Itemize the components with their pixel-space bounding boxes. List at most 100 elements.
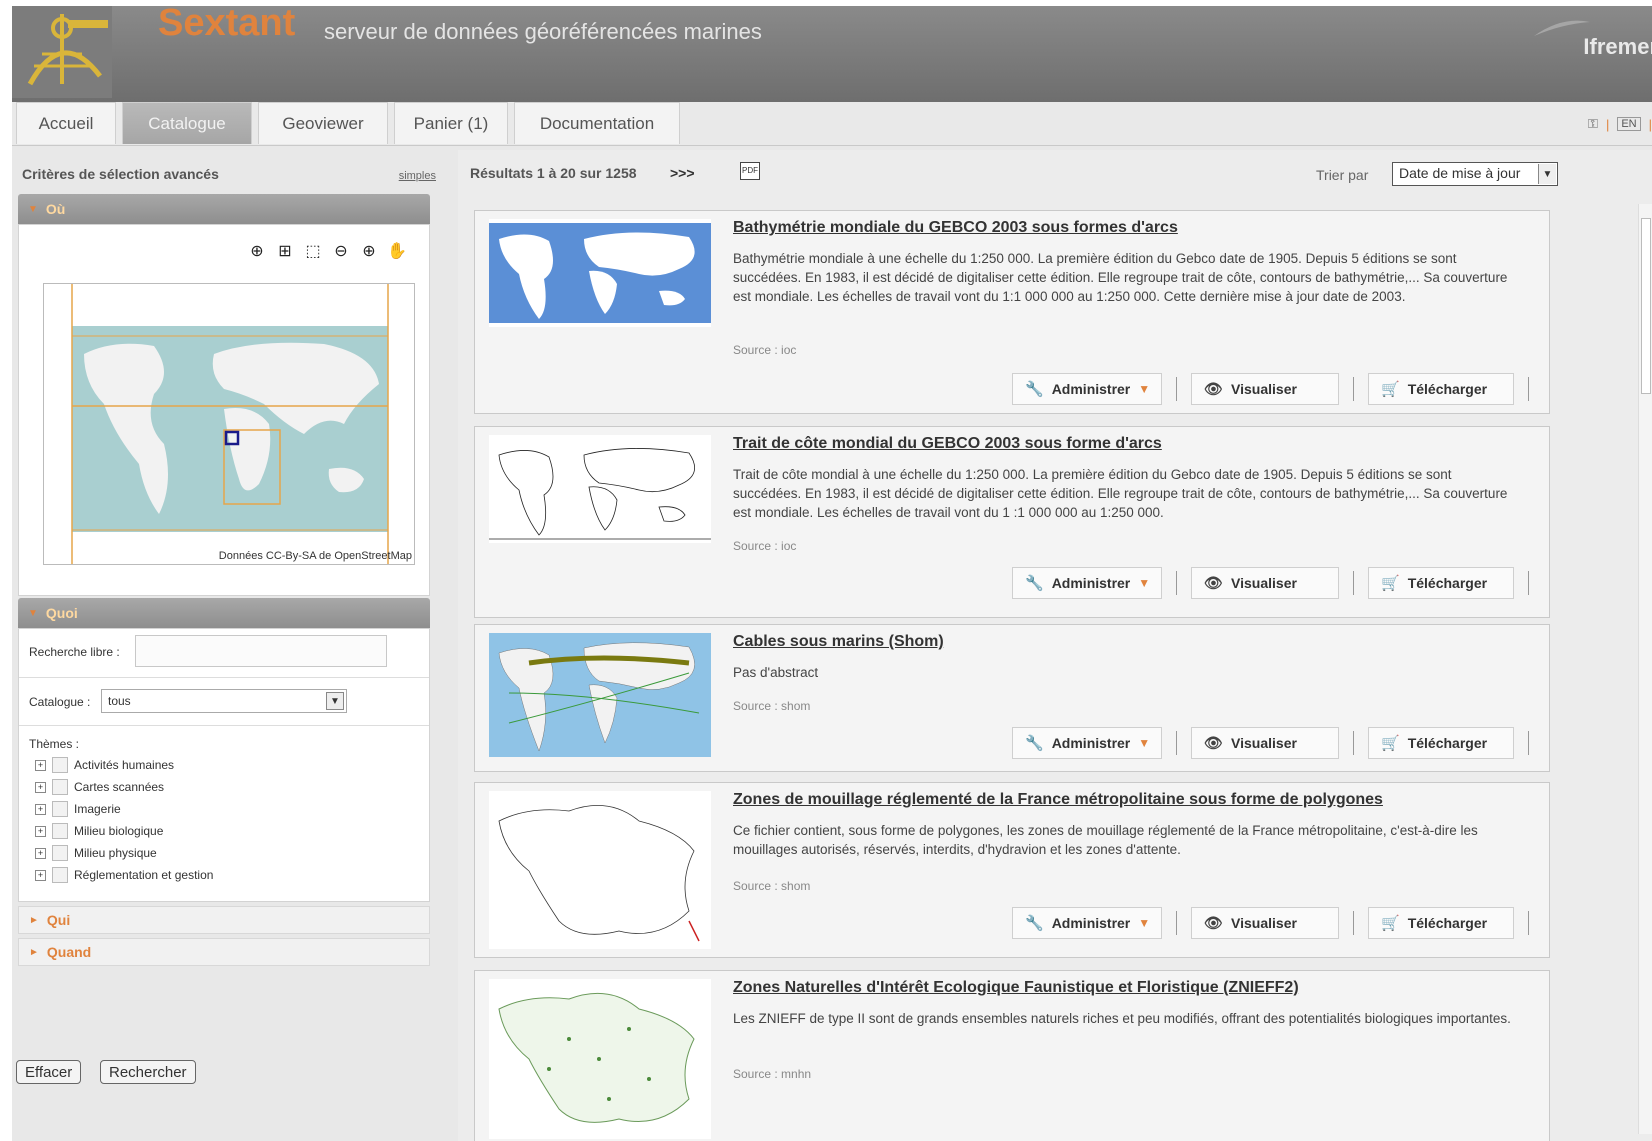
section-what-label: Quoi bbox=[45, 605, 78, 621]
theme-checkbox[interactable] bbox=[52, 867, 68, 883]
expand-icon[interactable]: + bbox=[35, 759, 46, 771]
section-where-label: Où bbox=[45, 201, 66, 217]
theme-item[interactable]: + Cartes scannées bbox=[35, 779, 164, 795]
sort-select[interactable]: Date de mise à jour ▼ bbox=[1392, 162, 1558, 186]
result-title-link[interactable]: Zones Naturelles d'Intérêt Ecologique Fa… bbox=[733, 979, 1299, 997]
download-button[interactable]: 🛒 Télécharger bbox=[1368, 373, 1514, 405]
catalogue-select[interactable]: tous ▼ bbox=[101, 689, 347, 713]
result-source: Source : ioc bbox=[733, 539, 797, 553]
theme-checkbox[interactable] bbox=[52, 779, 68, 795]
theme-item[interactable]: + Activités humaines bbox=[35, 757, 174, 773]
expand-arrow-icon: ► bbox=[29, 914, 39, 926]
theme-checkbox[interactable] bbox=[52, 801, 68, 817]
result-title-link[interactable]: Bathymétrie mondiale du GEBCO 2003 sous … bbox=[733, 219, 1178, 237]
globe-icon[interactable]: ⊕ bbox=[247, 241, 267, 261]
theme-label: Milieu biologique bbox=[74, 824, 164, 838]
chevron-down-icon: ▼ bbox=[1138, 916, 1151, 930]
download-label: Télécharger bbox=[1407, 381, 1488, 397]
expand-icon[interactable]: + bbox=[35, 847, 46, 859]
world-map[interactable]: Données CC-By-SA de OpenStreetMap bbox=[43, 283, 415, 565]
pdf-icon[interactable]: PDF bbox=[740, 162, 760, 180]
free-search-label: Recherche libre : bbox=[29, 645, 120, 659]
result-thumbnail[interactable] bbox=[489, 435, 711, 543]
results-scrollbar[interactable] bbox=[1638, 204, 1652, 1134]
result-card: Bathymétrie mondiale du GEBCO 2003 sous … bbox=[474, 210, 1550, 414]
sort-label: Trier par bbox=[1316, 167, 1369, 183]
divider bbox=[19, 725, 429, 726]
theme-item[interactable]: + Milieu biologique bbox=[35, 823, 163, 839]
tab-documentation[interactable]: Documentation bbox=[514, 102, 680, 144]
catalogue-label: Catalogue : bbox=[29, 695, 91, 709]
view-button[interactable]: 👁 Visualiser bbox=[1191, 567, 1339, 599]
download-button[interactable]: 🛒 Télécharger bbox=[1368, 567, 1514, 599]
administer-button[interactable]: 🔧 Administrer ▼ bbox=[1012, 907, 1162, 939]
download-button[interactable]: 🛒 Télécharger bbox=[1368, 727, 1514, 759]
tab-catalogue[interactable]: Catalogue bbox=[122, 102, 252, 144]
theme-item[interactable]: + Milieu physique bbox=[35, 845, 157, 861]
administer-button[interactable]: 🔧 Administrer ▼ bbox=[1012, 373, 1162, 405]
clear-button[interactable]: Effacer bbox=[16, 1060, 82, 1084]
result-thumbnail[interactable] bbox=[489, 633, 711, 757]
section-when-header[interactable]: ► Quand bbox=[18, 938, 430, 966]
separator bbox=[1528, 911, 1529, 935]
separator bbox=[1353, 377, 1354, 401]
theme-label: Imagerie bbox=[74, 802, 121, 816]
app-frame: Sextant serveur de données géoréférencée… bbox=[12, 2, 1652, 1141]
theme-checkbox[interactable] bbox=[52, 757, 68, 773]
administer-button[interactable]: 🔧 Administrer ▼ bbox=[1012, 727, 1162, 759]
key-icon[interactable]: ⚿ bbox=[1588, 116, 1598, 132]
download-button[interactable]: 🛒 Télécharger bbox=[1368, 907, 1514, 939]
section-what-header[interactable]: ▼ Quoi bbox=[18, 598, 430, 628]
map-attribution: Données CC-By-SA de OpenStreetMap bbox=[218, 550, 412, 562]
view-button[interactable]: 👁 Visualiser bbox=[1191, 373, 1339, 405]
scrollbar-thumb[interactable] bbox=[1641, 218, 1651, 394]
result-title-link[interactable]: Trait de côte mondial du GEBCO 2003 sous… bbox=[733, 435, 1162, 453]
sextant-logo bbox=[12, 6, 112, 98]
grid-icon[interactable]: ⊞ bbox=[275, 241, 295, 261]
result-title-link[interactable]: Cables sous marins (Shom) bbox=[733, 633, 944, 651]
view-button[interactable]: 👁 Visualiser bbox=[1191, 907, 1339, 939]
section-where-header[interactable]: ▼ Où bbox=[18, 194, 430, 224]
expand-icon[interactable]: + bbox=[35, 825, 46, 837]
result-thumbnail[interactable] bbox=[489, 791, 711, 949]
view-button[interactable]: 👁 Visualiser bbox=[1191, 727, 1339, 759]
catalogue-select-value: tous bbox=[108, 694, 131, 708]
result-abstract: Pas d'abstract bbox=[733, 665, 819, 680]
results-panel: Résultats 1 à 20 sur 1258 >>> PDF Trier … bbox=[458, 150, 1652, 1141]
result-thumbnail[interactable] bbox=[489, 979, 711, 1139]
view-label: Visualiser bbox=[1231, 735, 1297, 751]
section-where-body: ⊕ ⊞ ⬚ ⊖ ⊕ ✋ Données CC-By-SA de OpenStre… bbox=[18, 224, 430, 596]
separator bbox=[1176, 911, 1177, 935]
result-title-link[interactable]: Zones de mouillage réglementé de la Fran… bbox=[733, 791, 1383, 809]
theme-item[interactable]: + Imagerie bbox=[35, 801, 121, 817]
free-search-input[interactable] bbox=[135, 635, 387, 667]
tab-geoviewer[interactable]: Geoviewer bbox=[258, 102, 388, 144]
language-switch[interactable]: EN bbox=[1617, 117, 1641, 131]
separator bbox=[1353, 911, 1354, 935]
tab-accueil[interactable]: Accueil bbox=[16, 102, 116, 144]
administer-button[interactable]: 🔧 Administrer ▼ bbox=[1012, 567, 1162, 599]
administer-label: Administrer bbox=[1051, 915, 1131, 931]
simple-search-link[interactable]: simples bbox=[399, 170, 436, 182]
search-button[interactable]: Rechercher bbox=[100, 1060, 196, 1084]
result-abstract: Les ZNIEFF de type II sont de grands ens… bbox=[733, 1011, 1511, 1026]
collapse-arrow-icon: ▼ bbox=[28, 203, 38, 215]
next-page-link[interactable]: >>> bbox=[670, 165, 695, 181]
partner-logo: Ifremer bbox=[1583, 34, 1652, 59]
section-who-header[interactable]: ► Qui bbox=[18, 906, 430, 934]
tab-panier[interactable]: Panier (1) bbox=[394, 102, 508, 144]
expand-icon[interactable]: + bbox=[35, 869, 46, 881]
chevron-down-icon: ▼ bbox=[1138, 382, 1151, 396]
theme-checkbox[interactable] bbox=[52, 823, 68, 839]
pan-hand-icon[interactable]: ✋ bbox=[387, 241, 407, 261]
zoom-out-icon[interactable]: ⊖ bbox=[331, 241, 351, 261]
administer-label: Administrer bbox=[1051, 735, 1131, 751]
theme-checkbox[interactable] bbox=[52, 845, 68, 861]
result-thumbnail[interactable] bbox=[489, 219, 711, 327]
expand-icon[interactable]: + bbox=[35, 781, 46, 793]
eye-icon: 👁 bbox=[1204, 381, 1224, 398]
expand-icon[interactable]: + bbox=[35, 803, 46, 815]
zoom-in-icon[interactable]: ⊕ bbox=[359, 241, 379, 261]
select-icon[interactable]: ⬚ bbox=[303, 241, 323, 261]
theme-item[interactable]: + Réglementation et gestion bbox=[35, 867, 213, 883]
